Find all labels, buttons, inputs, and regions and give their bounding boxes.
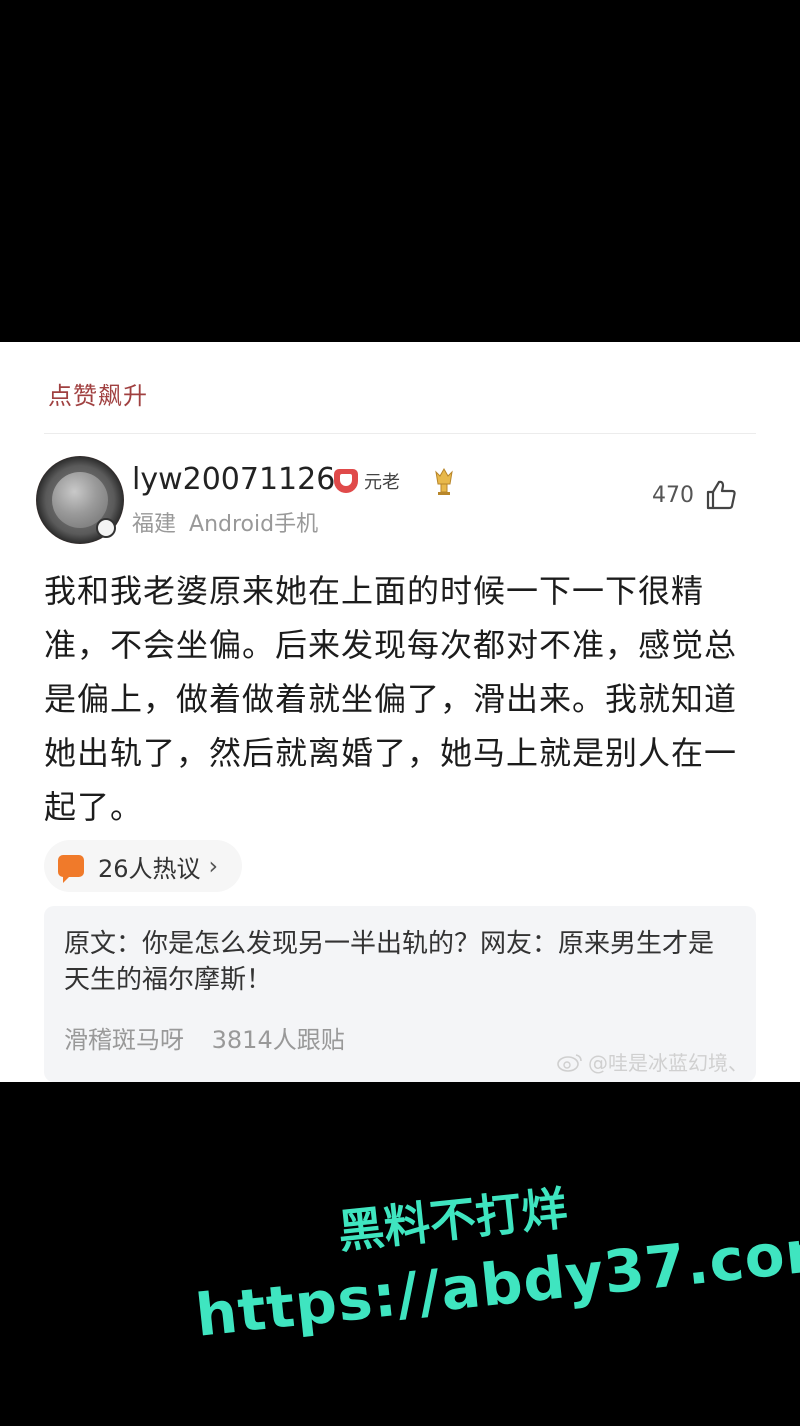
comment-icon (58, 855, 84, 883)
weibo-icon (557, 1053, 582, 1072)
quote-author: 滑稽斑马呀 (64, 1026, 184, 1054)
region: 福建 (132, 512, 177, 537)
quote-text: 原文：你是怎么发现另一半出轨的？网友：原来男生才是天生的福尔摩斯！ (64, 929, 715, 995)
divider (44, 433, 756, 434)
post-body: 我和我老婆原来她在上面的时候一下一下很精准，不会坐偏。后来发现每次都对不准，感觉… (44, 572, 738, 826)
badge-label: 元老 (364, 472, 400, 493)
quoted-thread[interactable]: 原文：你是怎么发现另一半出轨的？网友：原来男生才是天生的福尔摩斯！ 滑稽斑马呀 … (44, 906, 756, 1082)
top-black-band (0, 0, 800, 342)
thumbs-up-icon (706, 480, 736, 510)
rank-badge: 元老 (334, 468, 400, 494)
username[interactable]: lyw20071126 (132, 462, 335, 497)
avatar[interactable] (36, 456, 124, 544)
post-card: 点赞飙升 lyw20071126 元老 福建 Android手机 470 我和我… (0, 342, 800, 1082)
medal-icon (435, 467, 453, 495)
quote-followers: 3814人跟贴 (211, 1026, 345, 1054)
watermark-text: @哇是冰蓝幻境、 (588, 1051, 748, 1075)
quote-meta: 滑稽斑马呀 3814人跟贴 (64, 1020, 345, 1055)
like-count: 470 (652, 482, 694, 508)
watermark: @哇是冰蓝幻境、 (556, 1047, 748, 1076)
device: Android手机 (189, 512, 319, 537)
discussion-button[interactable]: 26人热议 › (44, 840, 242, 892)
like-button[interactable]: 470 (652, 478, 738, 512)
shield-icon (334, 469, 358, 493)
post-meta: 福建 Android手机 (132, 506, 318, 538)
chevron-right-icon: › (208, 852, 219, 880)
section-title: 点赞飙升 (48, 382, 148, 410)
soccer-ball-icon (96, 518, 116, 538)
discussion-count: 26人热议 (98, 854, 201, 883)
